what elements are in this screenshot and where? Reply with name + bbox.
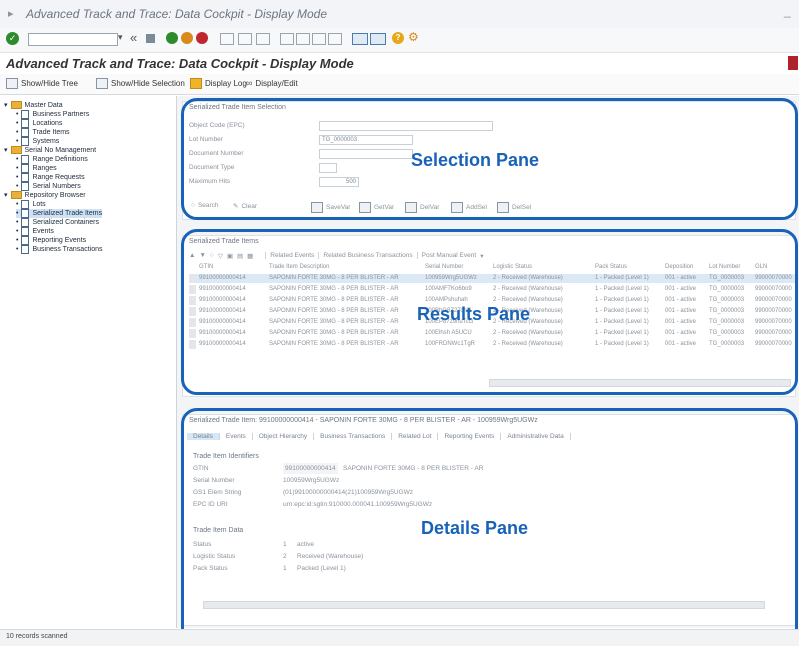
document-icon — [21, 128, 30, 137]
document-icon — [21, 182, 30, 191]
expand-arrow-icon: ▾ — [4, 147, 8, 154]
tree-item-locations[interactable]: • Locations — [16, 119, 62, 128]
document-icon — [21, 110, 30, 119]
display-log-button[interactable]: Display Log — [190, 78, 247, 89]
status-text: 10 records scanned — [6, 633, 68, 640]
results-pane-callout-label: Results Pane — [417, 304, 531, 324]
tree-item-business-transactions[interactable]: • Business Transactions — [16, 245, 103, 254]
tree-group-serial-no-management[interactable]: ▾ Serial No Management — [4, 146, 96, 154]
log-icon — [190, 78, 202, 89]
document-icon — [21, 218, 30, 227]
window-title-bar: ▸ Advanced Track and Trace: Data Cockpit… — [0, 0, 799, 29]
document-icon — [21, 227, 30, 236]
tree-item-range-definitions[interactable]: • Range Definitions — [16, 155, 88, 164]
cancel-circle-icon[interactable] — [196, 32, 208, 44]
tree-group-master-data[interactable]: ▾ Master Data — [4, 101, 63, 109]
app-menu-icon[interactable]: ▸ — [8, 7, 14, 20]
expand-arrow-icon: ▾ — [4, 192, 8, 199]
document-icon — [21, 164, 30, 173]
settings-gear-icon[interactable]: ⚙ — [408, 30, 419, 44]
show-hide-tree-button[interactable]: Show/Hide Tree — [6, 78, 78, 89]
tree-item-range-requests[interactable]: • Range Requests — [16, 173, 85, 182]
details-pane-callout-label: Details Pane — [421, 518, 529, 538]
back-icon[interactable]: « — [130, 30, 137, 45]
last-page-icon[interactable] — [328, 33, 342, 45]
document-icon — [21, 245, 30, 254]
folder-icon — [10, 101, 22, 109]
folder-icon — [10, 146, 22, 154]
tree-item-trade-items[interactable]: • Trade Items — [16, 128, 70, 137]
folder-icon — [10, 191, 22, 199]
exit-circle-icon[interactable] — [181, 32, 193, 44]
system-toolbar: ✓ ▾ « ? ⚙ — [0, 28, 799, 53]
prev-page-icon[interactable] — [296, 33, 310, 45]
command-field[interactable] — [28, 33, 118, 46]
status-bar: 10 records scanned — [0, 629, 799, 646]
shortcut-icon[interactable] — [370, 33, 386, 45]
expand-arrow-icon: ▾ — [4, 102, 8, 109]
minimize-icon[interactable]: _ — [784, 4, 791, 18]
sap-logo-icon — [788, 56, 798, 70]
new-session-icon[interactable] — [352, 33, 368, 45]
back-circle-icon[interactable] — [166, 32, 178, 44]
tree-group-repository-browser[interactable]: ▾ Repository Browser — [4, 191, 86, 199]
selection-pane-callout-label: Selection Pane — [411, 150, 540, 170]
display-edit-button[interactable]: ∞ Display/Edit — [246, 78, 298, 88]
find-icon[interactable] — [238, 33, 252, 45]
glasses-icon: ∞ — [246, 78, 253, 88]
tree-item-serial-numbers[interactable]: • Serial Numbers — [16, 182, 81, 191]
document-icon — [21, 137, 30, 146]
selection-icon — [96, 78, 108, 89]
document-icon — [21, 155, 30, 164]
tree-item-systems[interactable]: • Systems — [16, 137, 59, 146]
tree-icon — [6, 78, 18, 89]
tree-item-lots[interactable]: • Lots — [16, 200, 46, 209]
tree-item-ranges[interactable]: • Ranges — [16, 164, 57, 173]
document-icon — [21, 236, 30, 245]
enter-check-icon[interactable]: ✓ — [6, 32, 19, 45]
application-toolbar: Show/Hide Tree Show/Hide Selection Displ… — [0, 74, 799, 95]
find-next-icon[interactable] — [256, 33, 270, 45]
tree-item-reporting-events[interactable]: • Reporting Events — [16, 236, 86, 245]
document-icon — [21, 119, 30, 128]
first-page-icon[interactable] — [280, 33, 294, 45]
show-hide-selection-button[interactable]: Show/Hide Selection — [96, 78, 185, 89]
help-icon[interactable]: ? — [392, 32, 404, 44]
tree-item-serialized-trade-items[interactable]: • Serialized Trade Items — [16, 209, 103, 218]
next-page-icon[interactable] — [312, 33, 326, 45]
save-icon[interactable] — [146, 34, 155, 43]
navigation-tree: ▾ Master Data • Business Partners • Locatio… — [0, 96, 177, 628]
print-icon[interactable] — [220, 33, 234, 45]
page-title: Advanced Track and Trace: Data Cockpit -… — [6, 56, 354, 71]
document-icon — [21, 200, 30, 209]
command-dropdown-icon[interactable]: ▾ — [118, 32, 123, 43]
tree-item-events[interactable]: • Events — [16, 227, 54, 236]
tree-item-business-partners[interactable]: • Business Partners — [16, 110, 89, 119]
document-icon — [21, 209, 30, 218]
tree-item-serialized-containers[interactable]: • Serialized Containers — [16, 218, 99, 227]
document-icon — [21, 173, 30, 182]
window-title: Advanced Track and Trace: Data Cockpit -… — [26, 7, 328, 21]
